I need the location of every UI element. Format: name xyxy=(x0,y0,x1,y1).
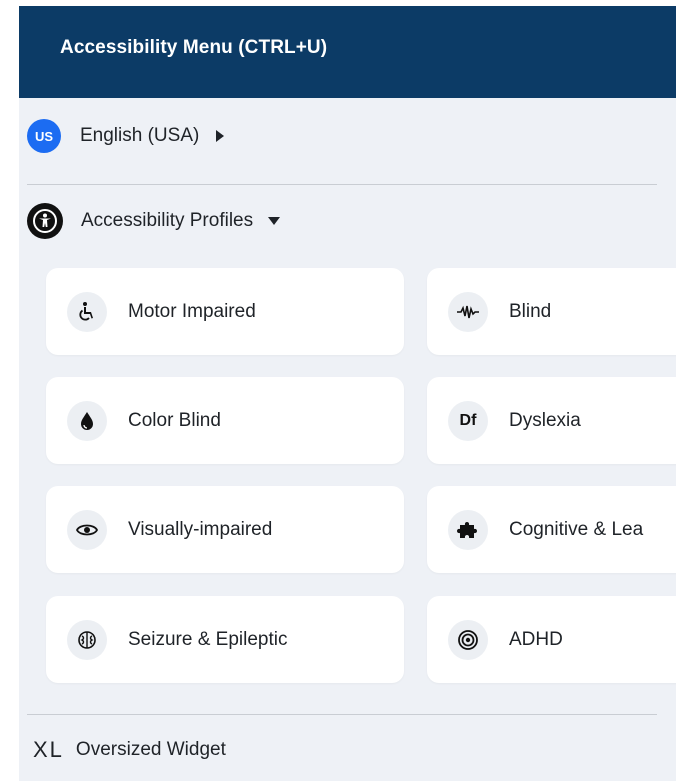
divider xyxy=(27,184,657,185)
menu-header: Accessibility Menu (CTRL+U) xyxy=(19,6,676,98)
profile-label: Motor Impaired xyxy=(128,300,256,322)
divider xyxy=(27,714,657,715)
profile-label: Color Blind xyxy=(128,409,221,431)
profile-label: ADHD xyxy=(509,628,563,650)
profile-visually-impaired[interactable]: Visually-impaired xyxy=(46,486,404,573)
audio-wave-icon xyxy=(448,291,488,332)
profile-label: Visually-impaired xyxy=(128,518,273,540)
oversized-widget-label: Oversized Widget xyxy=(75,739,226,760)
puzzle-icon xyxy=(448,509,488,550)
language-label: English (USA) xyxy=(80,125,200,146)
language-selector[interactable]: US English (USA) xyxy=(27,119,225,153)
profile-label: Seizure & Epileptic xyxy=(128,628,288,650)
accessibility-profiles-heading: Accessibility Profiles xyxy=(81,210,254,231)
profile-color-blind[interactable]: Color Blind xyxy=(46,377,404,464)
profile-blind[interactable]: Blind xyxy=(427,268,676,355)
xl-size-icon: XL xyxy=(33,737,64,762)
profile-motor-impaired[interactable]: Motor Impaired xyxy=(46,268,404,355)
profile-label: Dyslexia xyxy=(509,409,581,431)
profile-label: Blind xyxy=(509,300,552,322)
target-icon xyxy=(448,619,488,660)
profile-dyslexia[interactable]: Df Dyslexia xyxy=(427,377,676,464)
eye-icon xyxy=(67,509,107,550)
profile-cognitive-learning[interactable]: Cognitive & Lea xyxy=(427,486,676,573)
accessibility-person-icon xyxy=(27,203,63,239)
profile-label: Cognitive & Lea xyxy=(509,518,644,540)
profile-seizure-epileptic[interactable]: Seizure & Epileptic xyxy=(46,596,404,683)
df-text-icon: Df xyxy=(448,400,488,441)
us-flag-icon: US xyxy=(27,119,61,153)
wheelchair-icon xyxy=(67,291,107,332)
caret-right-icon xyxy=(216,130,225,142)
caret-down-icon xyxy=(268,217,281,225)
accessibility-profiles-toggle[interactable]: Accessibility Profiles xyxy=(27,203,281,239)
oversized-widget-toggle[interactable]: XL Oversized Widget xyxy=(33,733,226,767)
profile-adhd[interactable]: ADHD xyxy=(427,596,676,683)
droplet-icon xyxy=(67,400,107,441)
brain-icon xyxy=(67,619,107,660)
menu-title: Accessibility Menu (CTRL+U) xyxy=(60,37,328,58)
